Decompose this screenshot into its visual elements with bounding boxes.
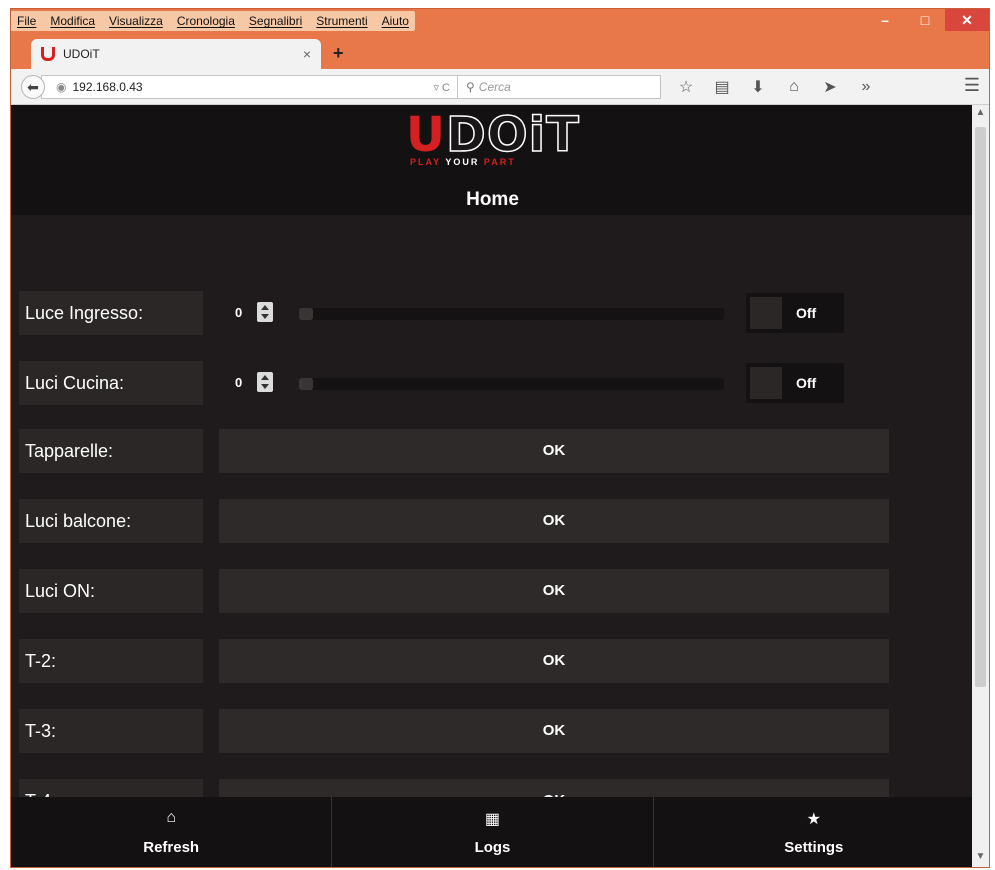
ok-button[interactable]: OK [219,499,889,543]
button-row: T-2: OK [19,639,889,683]
app-header: UDOiT PLAY YOUR PART Home [11,105,974,215]
ok-button[interactable]: OK [219,569,889,613]
menu-strumenti[interactable]: Strumenti [316,14,367,28]
toggle-state: Off [796,375,817,391]
settings-label: Settings [784,839,844,856]
button-row-label: T-2: [19,639,203,683]
navigation-bar: ◉ 192.168.0.43 ▿ C ⬅ ⚲ Cerca ☆ ▤ ⬇ ⌂ ➤ »… [11,69,989,105]
ok-button[interactable]: OK [219,639,889,683]
logs-button[interactable]: ▦ Logs [332,797,654,867]
dimmer-value[interactable]: 0 [235,305,242,320]
menu-visualizza[interactable]: Visualizza [109,14,163,28]
dimmer-row: Luci Cucina: 0 Off [19,361,889,405]
dimmer-label: Luci Cucina: [19,361,203,405]
page-content: UDOiT PLAY YOUR PART Home Luce Ingresso:… [11,105,974,867]
settings-button[interactable]: ★ Settings [654,797,974,867]
magnifier-icon: ⚲ [466,80,475,94]
globe-icon: ◉ [56,80,67,94]
star-icon: ★ [806,811,821,828]
logo-u: U [406,107,446,163]
scroll-up-icon[interactable]: ▲ [972,107,989,123]
menu-file[interactable]: File [17,14,36,28]
logo-rest: DOiT [445,107,580,163]
button-row: Luci balcone: OK [19,499,889,543]
arrow-left-icon: ⬅ [27,78,39,95]
new-tab-button[interactable]: + [333,43,344,64]
logs-label: Logs [474,839,511,856]
menu-items: File Modifica Visualizza Cronologia Segn… [11,11,415,31]
menu-cronologia[interactable]: Cronologia [177,14,235,28]
dimmer-stepper[interactable] [257,372,273,392]
vertical-scrollbar[interactable]: ▲ ▼ [972,105,989,867]
dimmer-toggle[interactable]: Off [746,293,844,333]
search-input[interactable]: ⚲ Cerca [457,75,661,99]
ok-button[interactable]: OK [219,429,889,473]
toolbar-icons: ☆ ▤ ⬇ ⌂ ➤ » [675,75,877,99]
send-icon[interactable]: ➤ [819,77,841,97]
menu-aiuto[interactable]: Aiuto [382,14,409,28]
tab-bar: UDOiT × + [11,35,989,69]
home-icon[interactable]: ⌂ [783,78,805,96]
back-button[interactable]: ⬅ [21,75,45,99]
download-icon[interactable]: ⬇ [747,77,769,97]
button-row-label: Luci ON: [19,569,203,613]
menu-modifica[interactable]: Modifica [50,14,95,28]
tab-udoit[interactable]: UDOiT × [31,39,321,69]
tagline-your: YOUR [445,157,480,167]
address-url: 192.168.0.43 [72,80,143,94]
tab-close-icon[interactable]: × [303,46,311,62]
address-bar[interactable]: ◉ 192.168.0.43 ▿ C [41,75,459,99]
footer-nav: ⌂ Refresh ▦ Logs ★ Settings [11,797,974,867]
reading-list-icon[interactable]: ▤ [711,77,733,97]
close-window-button[interactable]: ✕ [945,9,989,31]
tab-title: UDOiT [63,47,100,61]
reload-icon[interactable]: ▿ C [433,81,450,94]
dimmer-stepper[interactable] [257,302,273,322]
dimmer-control: 0 Off [219,291,879,335]
menu-bar: File Modifica Visualizza Cronologia Segn… [11,9,989,33]
dimmer-row: Luce Ingresso: 0 Off [19,291,889,335]
browser-window: File Modifica Visualizza Cronologia Segn… [10,8,990,868]
slider-handle[interactable] [299,378,313,390]
grid-icon: ▦ [484,811,501,828]
home-icon: ⌂ [166,809,176,826]
dimmer-label: Luce Ingresso: [19,291,203,335]
scroll-down-icon[interactable]: ▼ [972,851,989,867]
dimmer-control: 0 Off [219,361,879,405]
maximize-button[interactable]: □ [905,9,945,31]
slider-handle[interactable] [299,308,313,320]
button-row-label: T-3: [19,709,203,753]
dimmer-value[interactable]: 0 [235,375,242,390]
udoit-favicon-icon [41,47,55,61]
minimize-button[interactable]: – [865,9,905,31]
ok-button[interactable]: OK [219,709,889,753]
page-title: Home [466,189,519,210]
refresh-button[interactable]: ⌂ Refresh [11,797,333,867]
scroll-thumb[interactable] [975,127,986,687]
bookmark-star-icon[interactable]: ☆ [675,77,697,97]
button-row: Luci ON: OK [19,569,889,613]
dimmer-slider[interactable] [299,308,724,320]
button-row: Tapparelle: OK [19,429,889,473]
dimmer-slider[interactable] [299,378,724,390]
toggle-knob [750,297,782,329]
button-row-label: Luci balcone: [19,499,203,543]
dimmer-toggle[interactable]: Off [746,363,844,403]
overflow-icon[interactable]: » [855,78,877,96]
tagline-play: PLAY [410,157,442,167]
refresh-label: Refresh [143,839,200,856]
tagline-part: PART [483,157,516,167]
search-placeholder: Cerca [478,80,511,94]
button-row: T-3: OK [19,709,889,753]
toggle-knob [750,367,782,399]
menu-segnalibri[interactable]: Segnalibri [249,14,302,28]
button-row-label: Tapparelle: [19,429,203,473]
udoit-logo: UDOiT PLAY YOUR PART [406,110,586,171]
menu-hamburger-icon[interactable]: ☰ [961,75,983,99]
toggle-state: Off [796,305,817,321]
